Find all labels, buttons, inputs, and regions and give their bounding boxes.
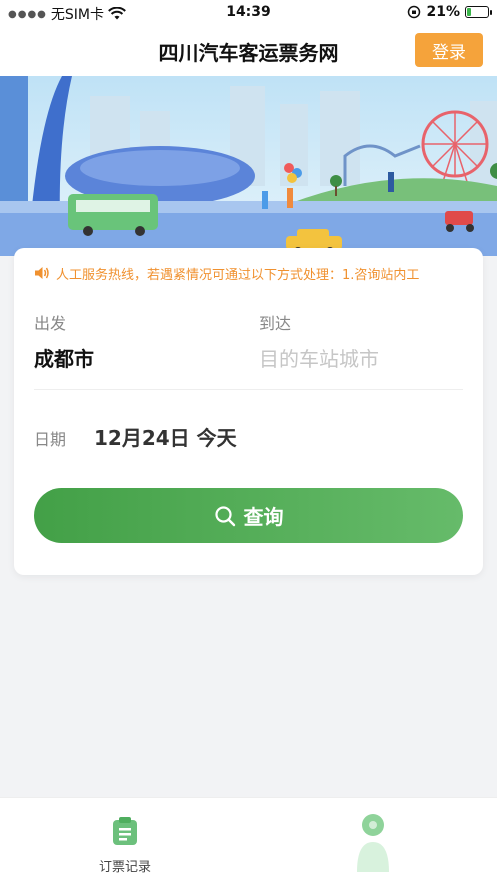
city-illustration xyxy=(0,76,497,256)
search-icon xyxy=(214,505,235,526)
divider xyxy=(34,389,463,390)
depart-city-field[interactable]: 成都市 xyxy=(34,343,94,372)
search-button[interactable]: 查询 xyxy=(34,488,463,543)
tab-bar: 订票记录 xyxy=(0,797,497,883)
depart-label: 出发 xyxy=(34,314,67,333)
orientation-lock-icon xyxy=(408,5,421,19)
tab-user[interactable] xyxy=(353,812,393,872)
clipboard-icon xyxy=(113,817,137,845)
notice-bar[interactable]: 人工服务热线，若遇紧情况可通过以下方式处理：1.咨询站内工 xyxy=(34,263,473,283)
search-button-label: 查询 xyxy=(243,505,284,529)
tab-orders-label: 订票记录 xyxy=(98,860,151,875)
date-field[interactable]: 12月24日 今天 xyxy=(94,422,237,451)
date-label: 日期 xyxy=(34,430,67,449)
app-header: 四川汽车客运票务网 登录 xyxy=(0,26,497,76)
status-bar: ●●●● 无SIM卡 14:39 21% xyxy=(0,0,497,26)
tab-orders[interactable]: 订票记录 xyxy=(94,816,156,875)
search-card: 人工服务热线，若遇紧情况可通过以下方式处理：1.咨询站内工 出发 到达 成都市 … xyxy=(14,248,483,575)
user-icon xyxy=(357,814,389,872)
battery-percent: 21% xyxy=(426,4,460,20)
city-banner xyxy=(0,76,497,256)
arrive-label: 到达 xyxy=(259,314,292,333)
arrive-city-field[interactable]: 目的车站城市 xyxy=(259,343,379,372)
login-button[interactable]: 登录 xyxy=(415,33,483,67)
battery-icon xyxy=(465,6,492,18)
speaker-icon xyxy=(35,267,49,279)
notice-text: 人工服务热线，若遇紧情况可通过以下方式处理：1.咨询站内工 xyxy=(56,267,420,283)
